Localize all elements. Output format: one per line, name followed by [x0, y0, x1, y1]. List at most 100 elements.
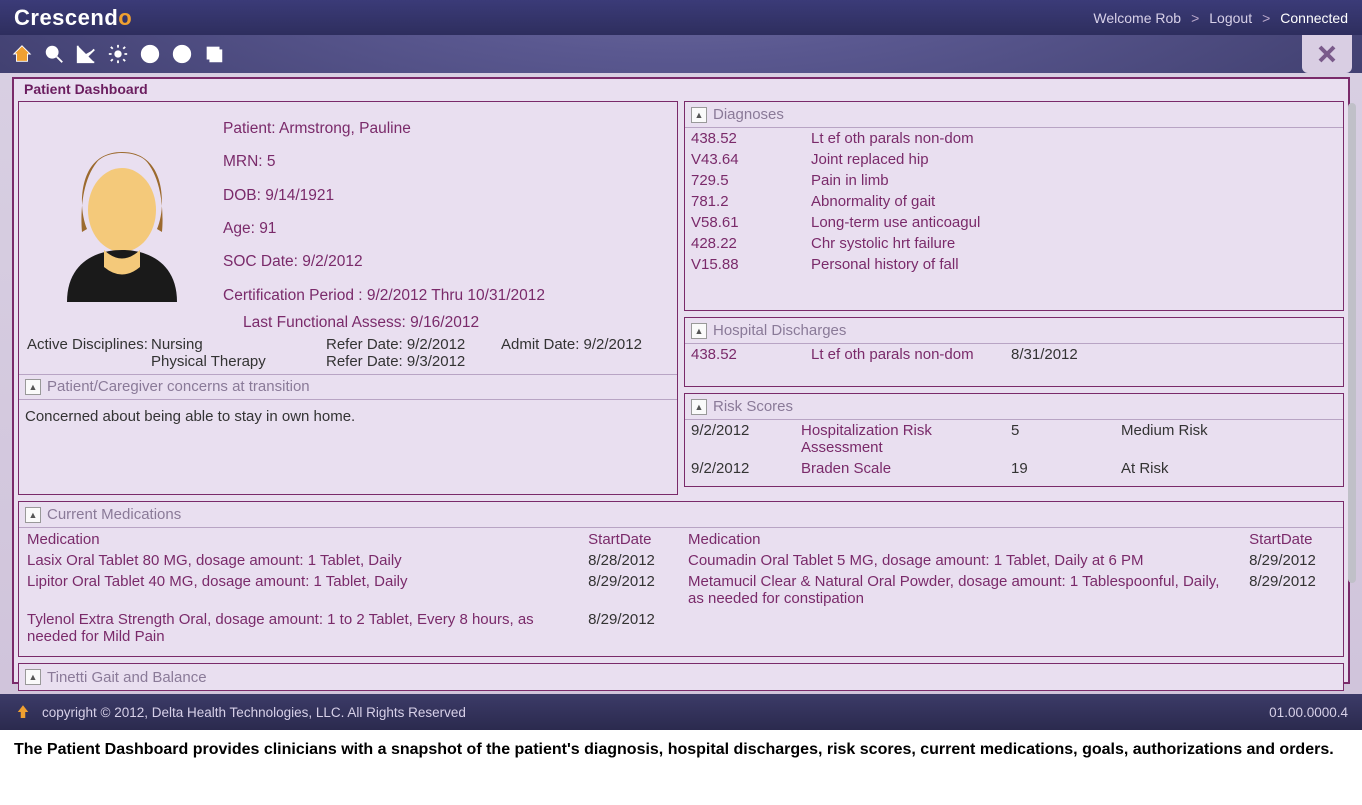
risk-score: 19 — [1005, 458, 1115, 479]
app-footer: copyright © 2012, Delta Health Technolog… — [0, 694, 1362, 730]
scrollbar-thumb[interactable] — [1348, 103, 1356, 583]
concerns-header: ▲ Patient/Caregiver concerns at transiti… — [19, 374, 677, 400]
col-medication-2: Medication — [682, 530, 1241, 549]
patient-info: Patient: Armstrong, Pauline MRN: 5 DOB: … — [19, 102, 677, 374]
app-header: Crescendo Welcome Rob > Logout > Connect… — [0, 0, 1362, 35]
med-start: 8/29/2012 — [582, 572, 680, 608]
collapse-icon[interactable]: ▲ — [25, 669, 41, 685]
risk-header: ▲ Risk Scores — [685, 394, 1343, 420]
disciplines: Active Disciplines: Nursing Refer Date: … — [27, 336, 669, 370]
medications-title: Current Medications — [47, 506, 181, 523]
diag-desc: Long-term use anticoagul — [805, 212, 1343, 233]
collapse-icon[interactable]: ▲ — [691, 323, 707, 339]
risk-box: ▲ Risk Scores 9/2/2012Hospitalization Ri… — [684, 393, 1344, 487]
discipline-2-refer: Refer Date: 9/3/2012 — [326, 353, 501, 370]
tinetti-title: Tinetti Gait and Balance — [47, 669, 207, 686]
diag-code: 729.5 — [685, 170, 805, 191]
tinetti-header: ▲ Tinetti Gait and Balance — [19, 664, 1343, 690]
risk-title: Risk Scores — [713, 398, 793, 415]
patient-info-box: Patient: Armstrong, Pauline MRN: 5 DOB: … — [18, 101, 678, 495]
concerns-body: Concerned about being able to stay in ow… — [19, 400, 677, 433]
risk-name: Hospitalization Risk Assessment — [795, 420, 1005, 458]
patient-soc: SOC Date: 9/2/2012 — [223, 245, 669, 278]
connection-status: Connected — [1280, 10, 1348, 26]
panel-title: Patient Dashboard — [14, 79, 1348, 99]
header-right: Welcome Rob > Logout > Connected — [1093, 10, 1348, 26]
logout-link[interactable]: Logout — [1209, 10, 1252, 26]
diag-code: V15.88 — [685, 254, 805, 275]
close-icon — [1315, 42, 1339, 66]
discharges-header: ▲ Hospital Discharges — [685, 318, 1343, 344]
diag-code: 428.22 — [685, 233, 805, 254]
collapse-icon[interactable]: ▲ — [25, 379, 41, 395]
toolbar — [0, 35, 1362, 73]
patient-fields: Patient: Armstrong, Pauline MRN: 5 DOB: … — [223, 112, 669, 312]
help-icon[interactable] — [136, 40, 164, 68]
table-row: V15.88Personal history of fall — [685, 254, 1343, 275]
concerns-title: Patient/Caregiver concerns at transition — [47, 378, 310, 395]
medications-body[interactable]: Medication StartDate Medication StartDat… — [19, 528, 1343, 650]
logo-o: o — [118, 5, 132, 30]
welcome-label: Welcome Rob — [1093, 10, 1181, 26]
diag-code: V58.61 — [685, 212, 805, 233]
disch-date: 8/31/2012 — [1005, 344, 1343, 365]
table-row: Lipitor Oral Tablet 40 MG, dosage amount… — [21, 572, 1341, 608]
risk-level: At Risk — [1115, 458, 1343, 479]
main-area: Patient Dashboard — [0, 73, 1362, 694]
footer-icon — [14, 703, 32, 721]
app-window: Crescendo Welcome Rob > Logout > Connect… — [0, 0, 1362, 730]
last-assess: Last Functional Assess: 9/16/2012 — [243, 314, 669, 332]
med-start: 8/29/2012 — [1243, 551, 1341, 570]
table-row: 729.5Pain in limb — [685, 170, 1343, 191]
med-start — [1243, 610, 1341, 646]
table-row: 9/2/2012Braden Scale19At Risk — [685, 458, 1343, 479]
med-name — [682, 610, 1241, 646]
risk-table: 9/2/2012Hospitalization Risk Assessment5… — [685, 420, 1343, 479]
gear-icon[interactable] — [104, 40, 132, 68]
panel-content: Patient: Armstrong, Pauline MRN: 5 DOB: … — [18, 101, 1344, 678]
med-start: 8/29/2012 — [582, 610, 680, 646]
chart-icon[interactable] — [72, 40, 100, 68]
diag-desc: Joint replaced hip — [805, 149, 1343, 170]
panel-scrollbar[interactable] — [1348, 103, 1358, 676]
medications-box: ▲ Current Medications Medication StartDa… — [18, 501, 1344, 657]
patient-mrn: MRN: 5 — [223, 145, 669, 178]
disciplines-label: Active Disciplines: — [27, 336, 151, 353]
collapse-icon[interactable]: ▲ — [25, 507, 41, 523]
table-row: 9/2/2012Hospitalization Risk Assessment5… — [685, 420, 1343, 458]
sep-1: > — [1191, 10, 1199, 26]
col-start-2: StartDate — [1243, 530, 1341, 549]
info-icon[interactable] — [168, 40, 196, 68]
search-icon[interactable] — [40, 40, 68, 68]
diagnoses-header: ▲ Diagnoses — [685, 102, 1343, 128]
tinetti-box: ▲ Tinetti Gait and Balance — [18, 663, 1344, 691]
collapse-icon[interactable]: ▲ — [691, 107, 707, 123]
diag-desc: Pain in limb — [805, 170, 1343, 191]
diag-desc: Personal history of fall — [805, 254, 1343, 275]
diagnoses-table: 438.52Lt ef oth parals non-domV43.64Join… — [685, 128, 1343, 275]
medications-header: ▲ Current Medications — [19, 502, 1343, 528]
diag-code: V43.64 — [685, 149, 805, 170]
windows-icon[interactable] — [200, 40, 228, 68]
discipline-1-refer: Refer Date: 9/2/2012 — [326, 336, 501, 353]
home-icon[interactable] — [8, 40, 36, 68]
collapse-icon[interactable]: ▲ — [691, 399, 707, 415]
discipline-1-admit: Admit Date: 9/2/2012 — [501, 336, 642, 353]
risk-name: Braden Scale — [795, 458, 1005, 479]
disch-desc: Lt ef oth parals non-dom — [805, 344, 1005, 365]
diag-code: 781.2 — [685, 191, 805, 212]
table-row: V43.64Joint replaced hip — [685, 149, 1343, 170]
medications-table: Medication StartDate Medication StartDat… — [19, 528, 1343, 648]
table-row: Tylenol Extra Strength Oral, dosage amou… — [21, 610, 1341, 646]
med-name: Metamucil Clear & Natural Oral Powder, d… — [682, 572, 1241, 608]
diag-desc: Abnormality of gait — [805, 191, 1343, 212]
med-name: Lasix Oral Tablet 80 MG, dosage amount: … — [21, 551, 580, 570]
image-caption: The Patient Dashboard provides clinician… — [0, 730, 1362, 770]
close-tab-button[interactable] — [1302, 35, 1352, 73]
disch-code: 438.52 — [685, 344, 805, 365]
patient-avatar — [27, 112, 217, 302]
table-row: Lasix Oral Tablet 80 MG, dosage amount: … — [21, 551, 1341, 570]
app-logo: Crescendo — [14, 5, 132, 31]
version: 01.00.0000.4 — [1269, 705, 1348, 720]
med-start: 8/29/2012 — [1243, 572, 1341, 608]
